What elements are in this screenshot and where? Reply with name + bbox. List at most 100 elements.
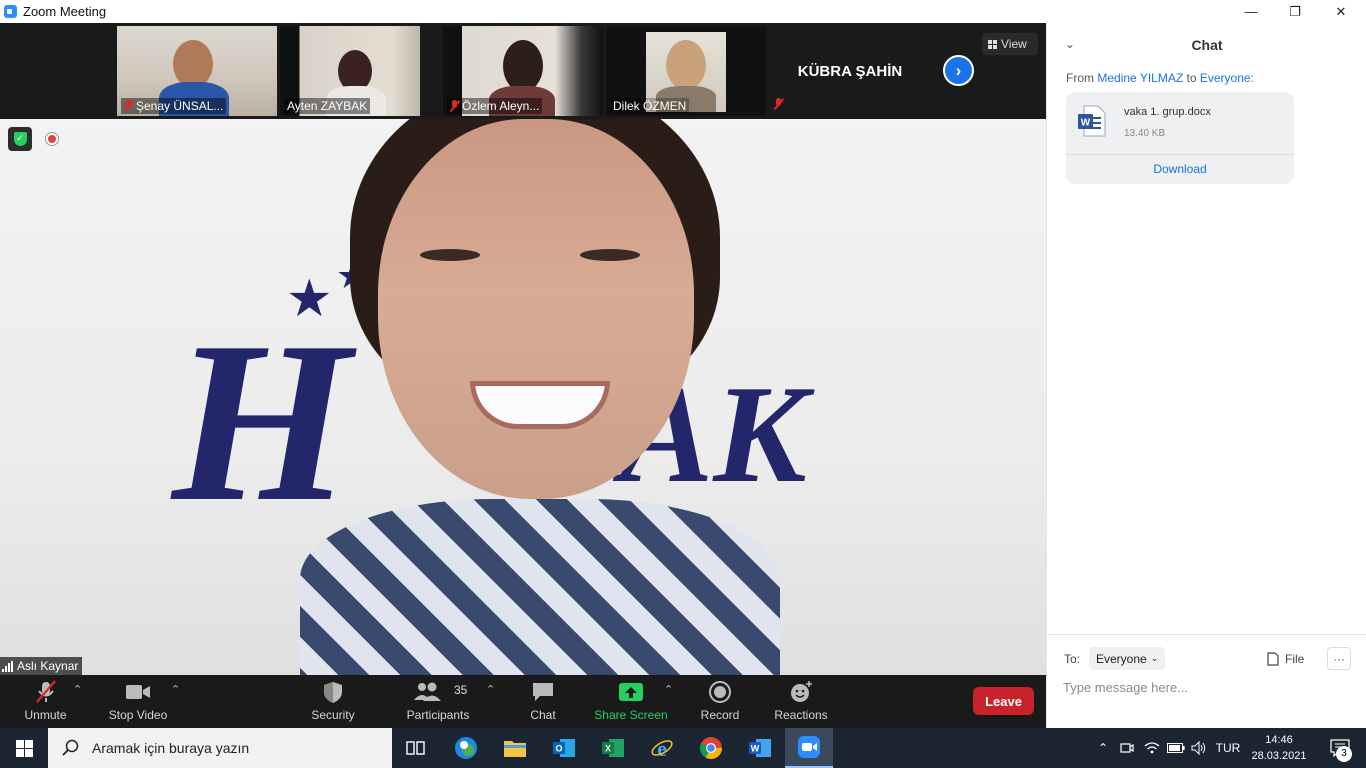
message-sender-line: From Medine YILMAZ to Everyone:: [1066, 71, 1254, 85]
title-bar: Zoom Meeting — ❐ ✕: [0, 0, 1366, 23]
restore-button[interactable]: ❐: [1272, 0, 1318, 23]
taskbar-search[interactable]: Aramak için buraya yazın: [48, 728, 392, 768]
file-size: 13.40 KB: [1124, 128, 1166, 139]
share-options-caret[interactable]: ⌃: [664, 683, 673, 696]
reactions-button[interactable]: Reactions: [772, 675, 830, 728]
shared-file-card: W vaka 1. grup.docx 13.40 KB Download: [1066, 92, 1294, 184]
participant-name: Dilek ÖZMEN: [610, 98, 690, 114]
message-input[interactable]: [1063, 675, 1353, 699]
muted-mic-icon: [450, 100, 459, 112]
record-button[interactable]: Record: [698, 675, 742, 728]
to-label: To:: [1064, 652, 1081, 666]
recipient-name: Everyone:: [1199, 71, 1254, 85]
search-icon: [62, 739, 79, 756]
recording-indicator-icon: [46, 133, 58, 145]
chat-header: ⌄ Chat: [1047, 23, 1366, 65]
next-page-button[interactable]: ›: [943, 55, 974, 86]
svg-text:e: e: [657, 736, 667, 760]
volume-icon[interactable]: [1189, 728, 1209, 768]
participant-name-tile[interactable]: KÜBRA ŞAHİN: [770, 26, 930, 116]
background-logo-letter: H: [172, 294, 351, 549]
zoom-taskbar-icon[interactable]: [785, 728, 833, 768]
speaker-face: [378, 119, 694, 499]
muted-microphone-icon: [35, 680, 56, 703]
participants-count: 35: [454, 683, 468, 697]
svg-text:W: W: [751, 744, 760, 754]
speaker-name-label: Aslı Kaynar: [0, 657, 83, 675]
participant-tile[interactable]: Dilek ÖZMEN: [606, 26, 766, 116]
meet-now-icon[interactable]: [1117, 728, 1137, 768]
audio-options-caret[interactable]: ⌃: [73, 683, 82, 696]
minimize-button[interactable]: —: [1228, 0, 1274, 23]
zoom-app-icon: [4, 5, 17, 18]
record-icon: [709, 681, 731, 703]
close-button[interactable]: ✕: [1318, 0, 1364, 23]
file-icon: [1267, 651, 1279, 666]
download-link[interactable]: Download: [1066, 162, 1294, 176]
file-explorer-icon[interactable]: [491, 728, 539, 768]
window-title: Zoom Meeting: [23, 4, 107, 19]
video-camera-icon: [126, 685, 150, 699]
share-screen-button[interactable]: Share Screen: [592, 675, 670, 728]
stop-video-button[interactable]: Stop Video: [104, 675, 172, 728]
internet-explorer-icon[interactable]: e: [638, 728, 686, 768]
participants-options-caret[interactable]: ⌃: [486, 683, 495, 696]
grid-icon: [988, 39, 997, 49]
file-button[interactable]: File: [1267, 647, 1304, 670]
windows-taskbar: Aramak için buraya yazın O X e W ⌃ TUR 1…: [0, 728, 1366, 768]
recipient-select[interactable]: Everyone ⌄: [1089, 647, 1166, 670]
chat-panel: ⌄ Chat From Medine YILMAZ to Everyone: W…: [1046, 23, 1366, 728]
task-view-icon[interactable]: [392, 728, 440, 768]
edge-icon[interactable]: [442, 728, 490, 768]
input-language[interactable]: TUR: [1212, 728, 1244, 768]
battery-icon[interactable]: [1166, 728, 1186, 768]
svg-text:W: W: [1081, 118, 1091, 129]
file-name: vaka 1. grup.docx: [1124, 106, 1211, 118]
word-document-icon: W: [1078, 105, 1106, 137]
outlook-icon[interactable]: O: [540, 728, 588, 768]
muted-mic-icon: [774, 98, 783, 110]
video-options-caret[interactable]: ⌃: [171, 683, 180, 696]
sender-name[interactable]: Medine YILMAZ: [1097, 71, 1183, 85]
share-screen-icon: [619, 683, 643, 701]
participant-tile[interactable]: Ayten ZAYBAK: [280, 26, 420, 116]
excel-icon[interactable]: X: [589, 728, 637, 768]
participant-name: Özlem Aleyn...: [447, 98, 543, 114]
meeting-toolbar: Unmute ⌃ Stop Video ⌃ Security Participa…: [0, 675, 1046, 728]
speaker-shirt: [300, 499, 780, 675]
start-button[interactable]: [0, 728, 48, 768]
shield-icon: [324, 682, 342, 703]
svg-text:X: X: [605, 744, 611, 754]
unmute-button[interactable]: Unmute: [18, 675, 73, 728]
more-options-button[interactable]: ···: [1327, 647, 1351, 670]
active-speaker-video: ★ ★ H AK Aslı Kaynar: [0, 119, 1046, 675]
gallery-strip: Şenay ÜNSAL... Ayten ZAYBAK Özlem Aleyn.…: [0, 23, 1046, 119]
muted-mic-icon: [124, 100, 133, 112]
view-button[interactable]: View: [982, 33, 1038, 55]
leave-button[interactable]: Leave: [973, 687, 1034, 715]
security-button[interactable]: Security: [306, 675, 360, 728]
divider: [1066, 154, 1294, 155]
signal-strength-icon: [2, 660, 13, 672]
chat-bubble-icon: [533, 683, 553, 701]
participant-name: Şenay ÜNSAL...: [121, 98, 227, 114]
svg-text:O: O: [555, 744, 562, 754]
chrome-icon[interactable]: [687, 728, 735, 768]
notification-center-icon[interactable]: 3: [1320, 728, 1360, 768]
system-clock[interactable]: 14:46 28.03.2021: [1246, 732, 1312, 764]
notification-count-badge: 3: [1336, 746, 1352, 762]
word-icon[interactable]: W: [736, 728, 784, 768]
wifi-icon[interactable]: [1142, 728, 1162, 768]
chat-title: Chat: [1191, 37, 1223, 53]
smiley-plus-icon: [791, 681, 812, 702]
windows-logo-icon: [15, 739, 33, 757]
participant-tile[interactable]: Şenay ÜNSAL...: [117, 26, 277, 116]
encryption-shield-icon[interactable]: ✓: [8, 127, 32, 151]
show-hidden-icons-chevron-icon[interactable]: ⌃: [1093, 728, 1113, 768]
chat-compose-area: To: Everyone ⌄ File ···: [1047, 634, 1366, 728]
participant-tile[interactable]: Özlem Aleyn...: [443, 26, 603, 116]
chevron-down-icon: ⌄: [1150, 653, 1159, 663]
participant-name: Ayten ZAYBAK: [284, 98, 371, 114]
video-area: Şenay ÜNSAL... Ayten ZAYBAK Özlem Aleyn.…: [0, 23, 1046, 675]
chat-button[interactable]: Chat: [522, 675, 564, 728]
